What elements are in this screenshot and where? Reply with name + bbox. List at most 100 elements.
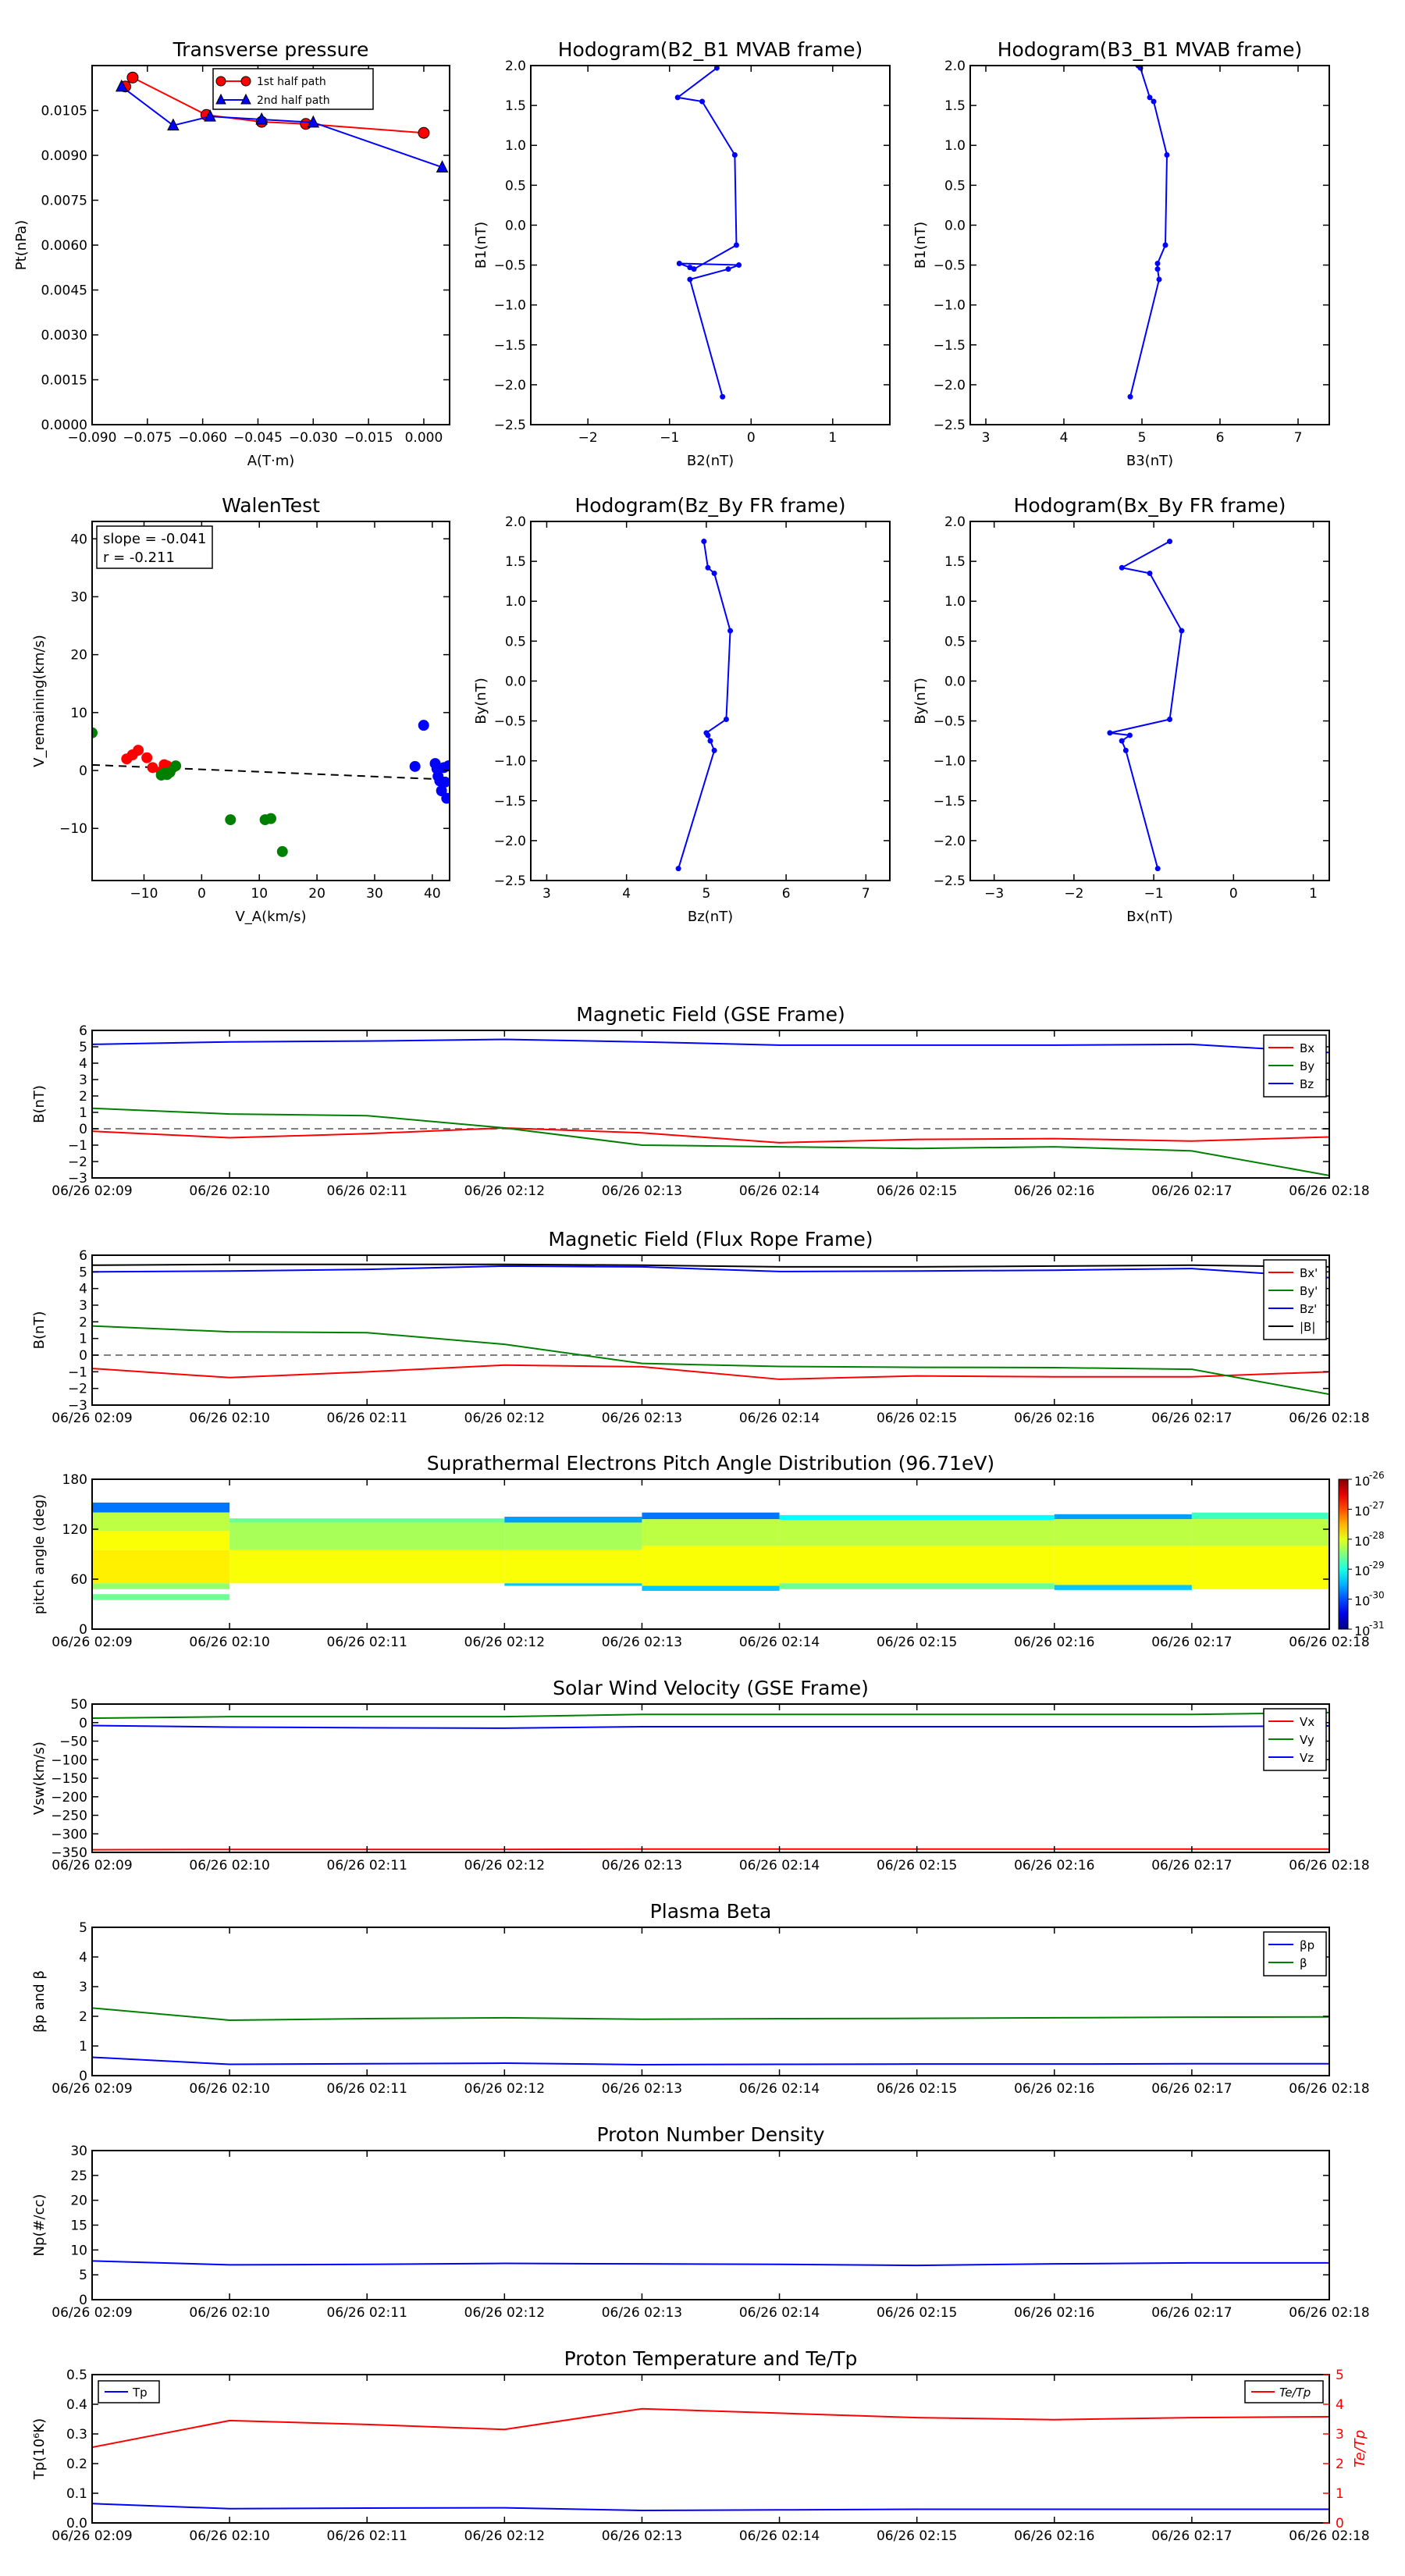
heatmap-cell	[642, 1546, 780, 1586]
legend-label: Te/Tp	[1279, 2386, 1311, 2400]
x-tick-label: 3	[982, 430, 991, 446]
x-tick-label: 06/26 02:13	[602, 2081, 682, 2097]
x-tick-label: 0.000	[405, 430, 443, 446]
x-tick-label: 06/26 02:15	[877, 1411, 957, 1426]
y-tick-label: 2.0	[505, 514, 526, 530]
colorbar-label: 10	[1354, 1503, 1370, 1518]
x-tick-label: 06/26 02:15	[877, 1635, 957, 1650]
x-tick-label: 06/26 02:12	[464, 2081, 545, 2097]
data-marker-dot	[727, 628, 734, 634]
heatmap-cell	[92, 1512, 230, 1532]
y-axis-label: Tp(10⁶K)	[31, 2418, 48, 2480]
legend-label: By	[1300, 1059, 1314, 1073]
heatmap-cell	[779, 1514, 1055, 1521]
scatter-point	[439, 776, 450, 788]
y-tick-label: 5	[79, 1265, 87, 1280]
y-tick-label: −1.0	[934, 298, 966, 314]
x-tick-label: 06/26 02:18	[1289, 2081, 1369, 2097]
y-axis-right-label: Te/Tp	[1352, 2430, 1368, 2467]
data-marker-dot	[1122, 747, 1129, 753]
y-tick-label: −150	[51, 1771, 87, 1787]
y-tick-label: −10	[59, 821, 87, 837]
y-axis-label: V_remaining(km/s)	[31, 635, 48, 767]
y-tick-label: 0.4	[66, 2397, 87, 2413]
x-tick-label: 06/26 02:18	[1289, 1635, 1369, 1650]
y-right-tick-label: 4	[1336, 2397, 1344, 2413]
y-tick-label: −0.5	[494, 258, 526, 274]
x-tick-label: 1	[828, 430, 837, 446]
data-marker-dot	[1164, 151, 1170, 158]
scatter-point	[409, 760, 421, 772]
chart-title: Hodogram(Bz_By FR frame)	[574, 494, 845, 517]
x-tick-label: 06/26 02:16	[1014, 2081, 1094, 2097]
y-tick-label: 0.5	[505, 634, 526, 649]
x-tick-label: 06/26 02:12	[464, 1635, 545, 1650]
y-tick-label: 4	[79, 1282, 87, 1297]
heatmap-cell	[229, 1550, 505, 1584]
data-marker-dot	[1127, 393, 1133, 400]
heatmap-cell	[1191, 1512, 1329, 1520]
y-tick-label: −3	[68, 1171, 87, 1187]
heatmap-cell	[1191, 1519, 1329, 1546]
y-tick-label: 4	[79, 1950, 87, 1966]
y-tick-label: −50	[59, 1735, 87, 1750]
x-tick-label: 06/26 02:15	[877, 2305, 957, 2321]
plot-area	[92, 2151, 1329, 2300]
heatmap-cell	[1054, 1585, 1192, 1590]
y-tick-label: −0.5	[934, 714, 966, 730]
legend-marker	[240, 76, 251, 87]
x-tick-label: 06/26 02:12	[464, 2305, 545, 2321]
data-marker-circle	[126, 71, 139, 84]
x-axis-label: B3(nT)	[1126, 453, 1173, 469]
data-marker-dot	[1147, 94, 1153, 101]
y-tick-label: 2.0	[505, 59, 526, 74]
legend-label: Tp	[132, 2386, 148, 2400]
legend-label: Bz'	[1300, 1302, 1317, 1316]
y-axis-label: Pt(nPa)	[13, 220, 30, 270]
figure-canvas: Transverse pressure−0.090 −0.075 −0.060 −0.…	[13, 38, 1385, 2544]
x-tick-label: 06/26 02:15	[877, 1183, 957, 1199]
scatter-point	[276, 845, 288, 857]
colorbar-exponent: -27	[1369, 1500, 1385, 1510]
y-tick-label: 3	[79, 1298, 87, 1314]
data-marker-dot	[733, 242, 739, 248]
heatmap-cell	[642, 1512, 780, 1520]
x-tick-label: 06/26 02:17	[1151, 1183, 1232, 1199]
x-tick-label: 06/26 02:18	[1289, 1858, 1369, 1873]
plot-area	[531, 521, 890, 881]
y-tick-label: 0.0	[66, 2516, 87, 2532]
chart-title: Magnetic Field (Flux Rope Frame)	[548, 1228, 873, 1251]
x-tick-label: 06/26 02:13	[602, 1411, 682, 1426]
y-tick-label: −1.5	[494, 794, 526, 809]
data-marker-dot	[701, 539, 707, 545]
y-tick-label: 0.0075	[41, 194, 87, 209]
heatmap-cell	[92, 1531, 230, 1550]
y-tick-label: −1.0	[494, 754, 526, 770]
colorbar-exponent: -28	[1369, 1530, 1385, 1541]
y-tick-label: 3	[79, 1980, 87, 1995]
y-tick-label: 25	[70, 2169, 87, 2184]
legend-label: βp	[1300, 1938, 1314, 1952]
x-tick-label: 06/26 02:18	[1289, 2305, 1369, 2321]
x-tick-label: 06/26 02:11	[327, 1635, 407, 1650]
y-tick-label: 0.3	[66, 2427, 87, 2443]
plot-area	[92, 1927, 1329, 2076]
heatmap-cell	[1054, 1546, 1192, 1585]
x-tick-label: 06/26 02:14	[739, 1858, 820, 1873]
y-right-tick-label: 1	[1336, 2486, 1344, 2502]
y-tick-label: 3	[79, 1073, 87, 1088]
data-marker-dot	[1126, 732, 1133, 738]
y-tick-label: 120	[62, 1522, 87, 1538]
x-tick-label: 06/26 02:17	[1151, 2305, 1232, 2321]
y-tick-label: 0	[79, 1716, 87, 1731]
scatter-point	[265, 813, 276, 824]
annotation-text: slope = -0.041	[103, 531, 206, 547]
x-tick-label: 06/26 02:18	[1289, 1411, 1369, 1426]
x-tick-label: 06/26 02:17	[1151, 2528, 1232, 2544]
x-tick-label: 06/26 02:15	[877, 2528, 957, 2544]
x-tick-label: 06/26 02:12	[464, 1858, 545, 1873]
data-marker-dot	[674, 94, 681, 101]
legend-label: 1st half path	[257, 76, 326, 88]
x-tick-label: 06/26 02:10	[189, 1635, 269, 1650]
x-axis-label: Bz(nT)	[688, 909, 733, 925]
